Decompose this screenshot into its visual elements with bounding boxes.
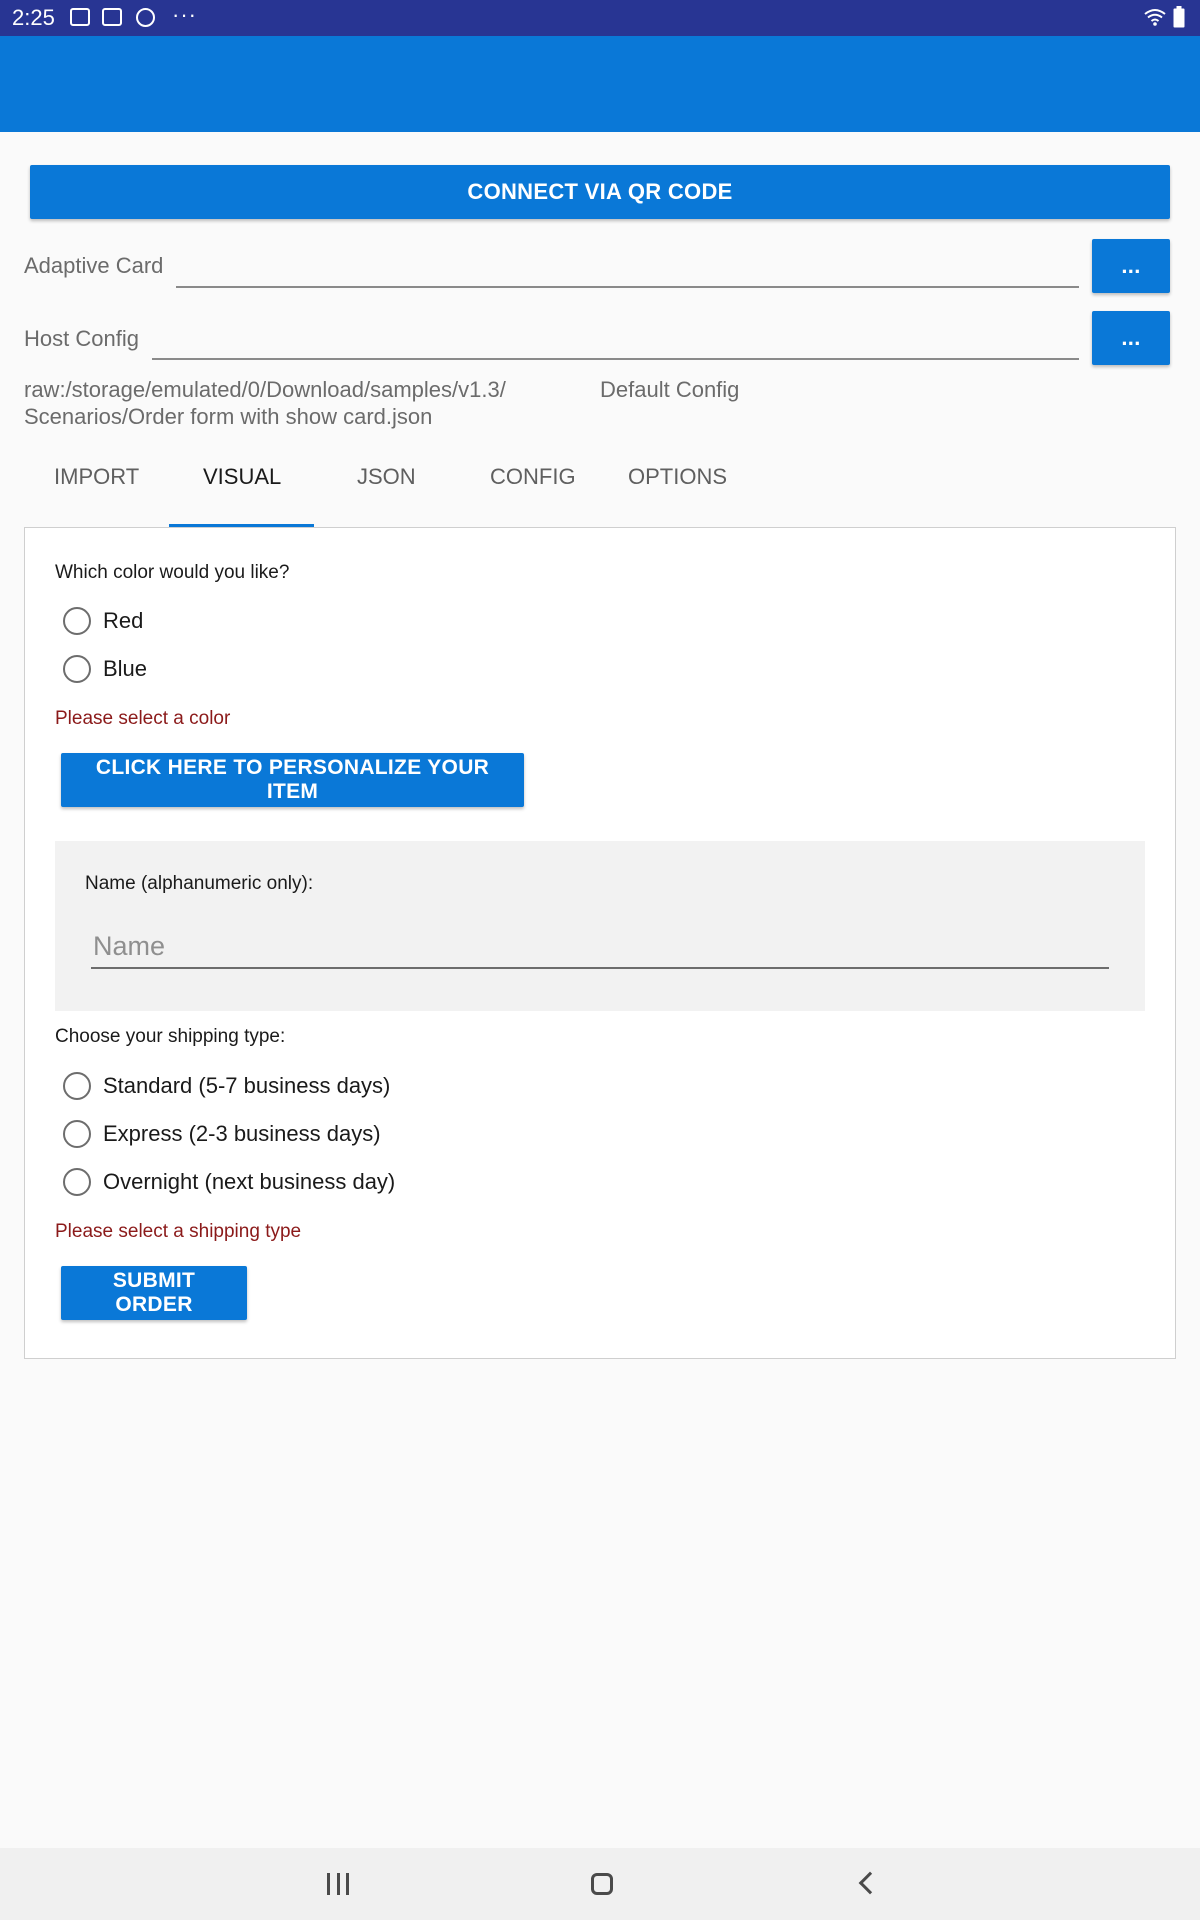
- card-path-line: Scenarios/Order form with show card.json: [24, 404, 433, 429]
- host-config-label: Host Config: [24, 326, 139, 351]
- name-label: Name (alphanumeric only):: [85, 873, 314, 894]
- radio-label: Express (2-3 business days): [103, 1121, 381, 1146]
- tab-import[interactable]: IMPORT: [54, 464, 139, 490]
- tab-json[interactable]: JSON: [357, 464, 416, 490]
- name-input[interactable]: [91, 925, 1109, 969]
- tab-options[interactable]: OPTIONS: [628, 464, 727, 490]
- browse-host-config-button[interactable]: ...: [1092, 311, 1170, 365]
- submit-order-button[interactable]: SUBMIT ORDER: [61, 1266, 247, 1320]
- tab-visual[interactable]: VISUAL: [203, 464, 281, 490]
- card-path-line: raw:/storage/emulated/0/Download/samples…: [24, 377, 506, 402]
- wifi-icon: [1144, 9, 1166, 26]
- color-question: Which color would you like?: [55, 562, 290, 583]
- card-file-path: raw:/storage/emulated/0/Download/samples…: [24, 376, 506, 430]
- globe-icon: [136, 8, 155, 27]
- color-error-message: Please select a color: [55, 708, 231, 729]
- host-config-value: Default Config: [600, 377, 740, 402]
- radio-option-standard[interactable]: Standard (5-7 business days): [63, 1068, 390, 1104]
- adaptive-card-label: Adaptive Card: [24, 253, 164, 278]
- radio-button-icon[interactable]: [63, 655, 91, 683]
- radio-button-icon[interactable]: [63, 1120, 91, 1148]
- host-config-field[interactable]: [152, 358, 1079, 360]
- radio-label: Red: [103, 608, 144, 633]
- radio-label: Overnight (next business day): [103, 1169, 396, 1194]
- radio-option-red[interactable]: Red: [63, 603, 143, 639]
- radio-option-overnight[interactable]: Overnight (next business day): [63, 1164, 395, 1200]
- image-icon: [70, 8, 90, 26]
- personalize-button[interactable]: CLICK HERE TO PERSONALIZE YOUR ITEM: [61, 753, 524, 807]
- radio-button-icon[interactable]: [63, 1168, 91, 1196]
- mail-icon: [102, 8, 122, 26]
- battery-icon: [1173, 6, 1185, 28]
- browse-adaptive-card-button[interactable]: ...: [1092, 239, 1170, 293]
- app-bar: [0, 36, 1200, 132]
- radio-option-blue[interactable]: Blue: [63, 651, 147, 687]
- shipping-question: Choose your shipping type:: [55, 1026, 286, 1047]
- home-icon[interactable]: [591, 1873, 613, 1895]
- status-bar: 2:25 ···: [0, 0, 1200, 36]
- radio-option-express[interactable]: Express (2-3 business days): [63, 1116, 381, 1152]
- shipping-error-message: Please select a shipping type: [55, 1221, 302, 1242]
- tab-config[interactable]: CONFIG: [490, 464, 576, 490]
- connect-qr-button[interactable]: CONNECT VIA QR CODE: [30, 165, 1170, 219]
- radio-button-icon[interactable]: [63, 607, 91, 635]
- status-time: 2:25: [12, 5, 55, 30]
- adaptive-card-field[interactable]: [176, 286, 1079, 288]
- recents-icon[interactable]: [327, 1873, 349, 1895]
- radio-label: Blue: [103, 656, 148, 681]
- radio-label: Standard (5-7 business days): [103, 1073, 391, 1098]
- radio-button-icon[interactable]: [63, 1072, 91, 1100]
- more-notifications-icon: ···: [172, 2, 197, 27]
